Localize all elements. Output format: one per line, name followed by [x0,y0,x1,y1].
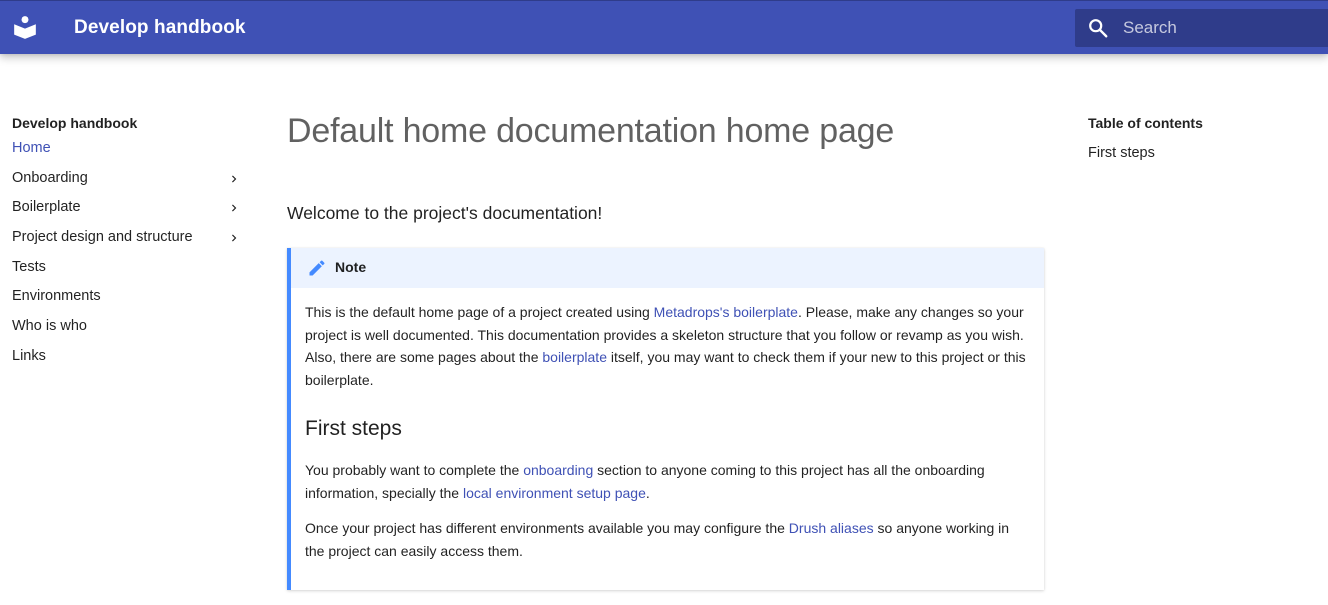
search-input[interactable] [1123,9,1323,47]
top-header: Develop handbook [0,0,1328,54]
toc-title: Table of contents [1088,115,1203,131]
first-steps-heading: First steps [305,417,402,440]
sidebar-item-who-is-who[interactable]: Who is who [12,312,247,342]
nav-title: Develop handbook [12,115,138,131]
search-icon [1087,17,1109,39]
note-paragraph: This is the default home page of a proje… [305,301,1030,391]
boilerplate-link[interactable]: boilerplate [542,349,607,365]
search-box[interactable] [1075,9,1328,47]
sidebar-item-label: Environments [12,288,101,305]
note-admonition: Note This is the default home page of a … [287,248,1044,590]
sidebar-item-project-design[interactable]: Project design and structure [12,223,247,253]
sidebar-item-tests[interactable]: Tests [12,253,247,283]
sidebar-item-onboarding[interactable]: Onboarding [12,164,247,194]
chevron-right-icon [232,175,237,183]
text-run: Once your project has different environm… [305,520,789,536]
table-of-contents: Table of contents First steps [1088,112,1308,164]
note-paragraph: You probably want to complete the onboar… [305,459,1030,504]
note-header: Note [291,248,1044,288]
local-environment-link[interactable]: local environment setup page [463,485,646,501]
metadrops-boilerplate-link[interactable]: Metadrops's boilerplate [654,304,798,320]
sidebar-item-links[interactable]: Links [12,342,247,372]
page-title: Default home documentation home page [287,112,895,150]
chevron-right-icon [232,204,237,212]
sidebar-item-label: Home [12,140,51,156]
sidebar-item-label: Onboarding [12,169,88,186]
sidebar-item-label: Tests [12,258,46,275]
note-body: This is the default home page of a proje… [291,288,1044,562]
site-title[interactable]: Develop handbook [74,17,246,39]
note-paragraph: Once your project has different environm… [305,517,1030,562]
main-content: Default home documentation home page Wel… [287,110,1044,226]
toc-item-first-steps[interactable]: First steps [1088,134,1308,164]
text-run: This is the default home page of a proje… [305,304,654,320]
intro-text: Welcome to the project's documentation! [287,203,603,223]
sidebar-item-home[interactable]: Home [12,134,247,164]
onboarding-link[interactable]: onboarding [523,462,593,478]
chevron-right-icon [232,234,237,242]
sidebar-item-label: Boilerplate [12,199,81,216]
sidebar-item-label: Links [12,347,46,364]
drush-aliases-link[interactable]: Drush aliases [789,520,874,536]
sidebar-item-environments[interactable]: Environments [12,282,247,312]
sidebar-item-label: Project design and structure [12,229,193,246]
text-run: You probably want to complete the [305,462,524,478]
sidebar-item-label: Who is who [12,318,87,335]
sidebar-item-boilerplate[interactable]: Boilerplate [12,193,247,223]
note-title: Note [335,259,367,275]
pencil-icon [307,258,327,278]
text-run: . [645,484,650,501]
primary-nav: Develop handbook Home Onboarding Boilerp… [12,112,247,372]
book-reader-icon[interactable] [12,14,38,40]
